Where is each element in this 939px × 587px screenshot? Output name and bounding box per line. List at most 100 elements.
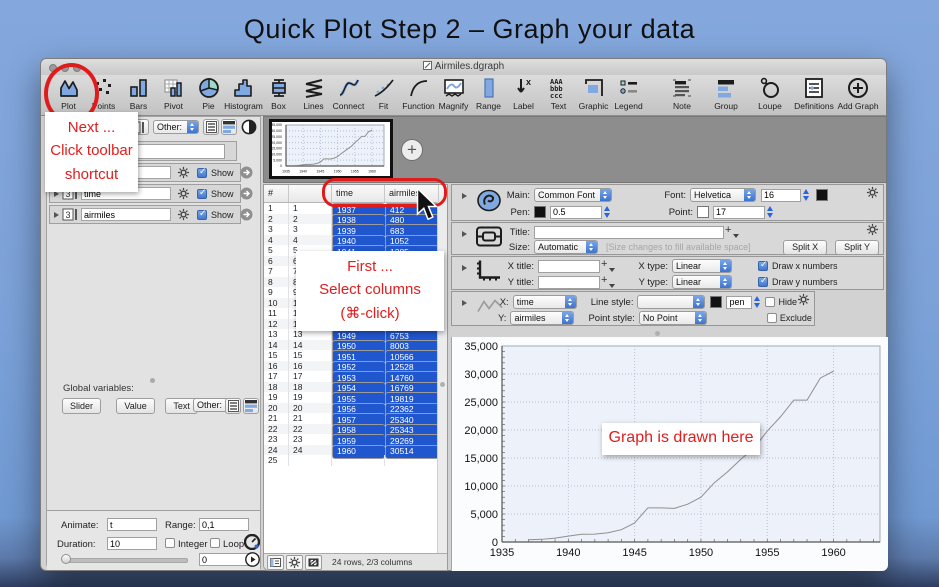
toolbar-item-label[interactable]: xLabel bbox=[507, 76, 540, 111]
toolbar-item-magnify[interactable]: Magnify bbox=[437, 76, 470, 111]
add-graph-thumbnail-button[interactable] bbox=[401, 139, 423, 161]
integer-checkbox[interactable] bbox=[165, 538, 175, 548]
toolbar-item-range[interactable]: Range bbox=[472, 76, 505, 111]
disclosure-triangle[interactable] bbox=[462, 231, 467, 237]
inspector-split-handle[interactable] bbox=[655, 331, 660, 336]
range-field[interactable] bbox=[199, 518, 249, 531]
toolbar-item-loupe[interactable]: Loupe bbox=[750, 76, 790, 111]
toolbar-item-fit[interactable]: Fit bbox=[367, 76, 400, 111]
draw-x-numbers-checkbox[interactable] bbox=[758, 261, 768, 271]
table-cell[interactable]: 14 bbox=[289, 340, 332, 351]
table-cell[interactable]: 24 bbox=[264, 445, 289, 456]
toolbar-item-connect[interactable]: Connect bbox=[332, 76, 365, 111]
plot-y-select[interactable]: airmiles bbox=[510, 311, 574, 325]
table-cell[interactable]: 18 bbox=[289, 382, 332, 393]
toolbar-item-note[interactable]: Note bbox=[662, 76, 702, 111]
toolbar-item-definitions[interactable]: Definitions bbox=[794, 76, 834, 111]
table-cell[interactable]: 3 bbox=[264, 224, 289, 235]
table-cell[interactable]: 19 bbox=[289, 392, 332, 403]
animate-slider-thumb[interactable] bbox=[61, 554, 71, 564]
hide-checkbox[interactable] bbox=[765, 297, 775, 307]
line-style-select[interactable] bbox=[637, 295, 705, 309]
table-cell[interactable]: 10 bbox=[264, 298, 289, 309]
point-style-select[interactable]: No Point bbox=[639, 311, 707, 325]
column-view-toggle[interactable] bbox=[243, 398, 259, 414]
add-x-title-button[interactable] bbox=[600, 260, 614, 273]
table-cell[interactable]: 15 bbox=[264, 350, 289, 361]
table-cell[interactable]: 6 bbox=[264, 256, 289, 267]
table-cell[interactable]: 20 bbox=[264, 403, 289, 414]
pen-width-stepper[interactable] bbox=[604, 206, 611, 218]
table-cell[interactable]: 14 bbox=[264, 340, 289, 351]
pen-style-field[interactable] bbox=[726, 296, 752, 309]
graph-thumbnail[interactable]: 05,00010,00015,00020,00025,00030,00035,0… bbox=[269, 119, 393, 179]
list-view-toggle[interactable] bbox=[225, 398, 241, 414]
contrast-icon[interactable] bbox=[241, 119, 257, 140]
table-cell[interactable]: 16 bbox=[264, 361, 289, 372]
goto-column-button[interactable] bbox=[240, 187, 253, 200]
table-cell[interactable]: 23 bbox=[264, 434, 289, 445]
split-x-button[interactable]: Split X bbox=[783, 240, 827, 255]
table-cell[interactable]: 2 bbox=[289, 214, 332, 225]
add-y-title-button[interactable] bbox=[600, 276, 614, 289]
y-type-select[interactable]: Linear bbox=[672, 275, 732, 289]
x-type-select[interactable]: Linear bbox=[672, 259, 732, 273]
table-expand-icon[interactable] bbox=[305, 555, 322, 570]
font-select[interactable]: Helvetica bbox=[690, 188, 756, 202]
table-cell[interactable]: 25 bbox=[264, 455, 289, 466]
add-title-button[interactable] bbox=[724, 226, 738, 239]
toolbar-item-bars[interactable]: Bars bbox=[122, 76, 155, 111]
graph-title-field[interactable] bbox=[534, 226, 724, 239]
font-size-stepper[interactable] bbox=[803, 189, 810, 201]
table-cell[interactable]: 2 bbox=[264, 214, 289, 225]
table-cell[interactable]: 4 bbox=[289, 235, 332, 246]
global-value-button[interactable]: Value bbox=[116, 398, 154, 414]
table-cell[interactable]: 20 bbox=[289, 403, 332, 414]
table-cell[interactable]: 23 bbox=[289, 434, 332, 445]
table-cell[interactable]: 17 bbox=[289, 371, 332, 382]
table-cell[interactable]: 18 bbox=[264, 382, 289, 393]
table-cell[interactable]: 1 bbox=[264, 203, 289, 214]
table-view-icon[interactable] bbox=[267, 555, 284, 570]
table-cell[interactable]: 16 bbox=[289, 361, 332, 372]
toolbar-item-histogram[interactable]: Histogram bbox=[227, 76, 260, 111]
disclosure-triangle[interactable] bbox=[462, 300, 467, 306]
table-cell[interactable] bbox=[332, 455, 385, 466]
x-title-field[interactable] bbox=[538, 260, 600, 273]
duration-field[interactable] bbox=[107, 537, 157, 550]
table-cell[interactable]: 12 bbox=[264, 319, 289, 330]
disclosure-triangle[interactable] bbox=[54, 212, 59, 218]
toolbar-item-pivot[interactable]: Pivot bbox=[157, 76, 190, 111]
pen-style-stepper[interactable] bbox=[754, 296, 761, 308]
line-color-well[interactable] bbox=[710, 296, 722, 308]
play-button[interactable] bbox=[245, 552, 260, 572]
disclosure-triangle[interactable] bbox=[462, 265, 467, 271]
table-cell[interactable] bbox=[385, 455, 439, 466]
table-cell[interactable]: 8 bbox=[264, 277, 289, 288]
table-cell[interactable]: 22 bbox=[289, 424, 332, 435]
list-view-toggle[interactable] bbox=[203, 119, 219, 135]
toolbar-item-pie[interactable]: Pie bbox=[192, 76, 225, 111]
exclude-checkbox[interactable] bbox=[767, 313, 777, 323]
table-cell[interactable]: 17 bbox=[264, 371, 289, 382]
point-size-stepper[interactable] bbox=[767, 206, 774, 218]
column-row-airmiles[interactable]: 3Show bbox=[49, 205, 241, 224]
table-cell[interactable]: 5 bbox=[264, 245, 289, 256]
point-size-field[interactable] bbox=[713, 206, 765, 219]
show-checkbox[interactable] bbox=[197, 189, 207, 199]
plot-gear-icon[interactable] bbox=[797, 293, 810, 311]
column-gear-icon[interactable] bbox=[177, 166, 190, 179]
draw-y-numbers-checkbox[interactable] bbox=[758, 277, 768, 287]
plot-x-select[interactable]: time bbox=[513, 295, 577, 309]
size-select[interactable]: Automatic bbox=[534, 240, 598, 254]
split-y-button[interactable]: Split Y bbox=[835, 240, 879, 255]
table-header-#[interactable]: # bbox=[264, 185, 289, 202]
animate-field[interactable] bbox=[107, 518, 157, 531]
show-checkbox[interactable] bbox=[197, 168, 207, 178]
disclosure-triangle[interactable] bbox=[462, 193, 467, 199]
animate-value-field[interactable] bbox=[199, 553, 249, 566]
y-title-field[interactable] bbox=[538, 276, 600, 289]
goto-column-button[interactable] bbox=[240, 166, 253, 179]
table-cell[interactable]: 7 bbox=[264, 266, 289, 277]
pen-width-field[interactable] bbox=[550, 206, 602, 219]
